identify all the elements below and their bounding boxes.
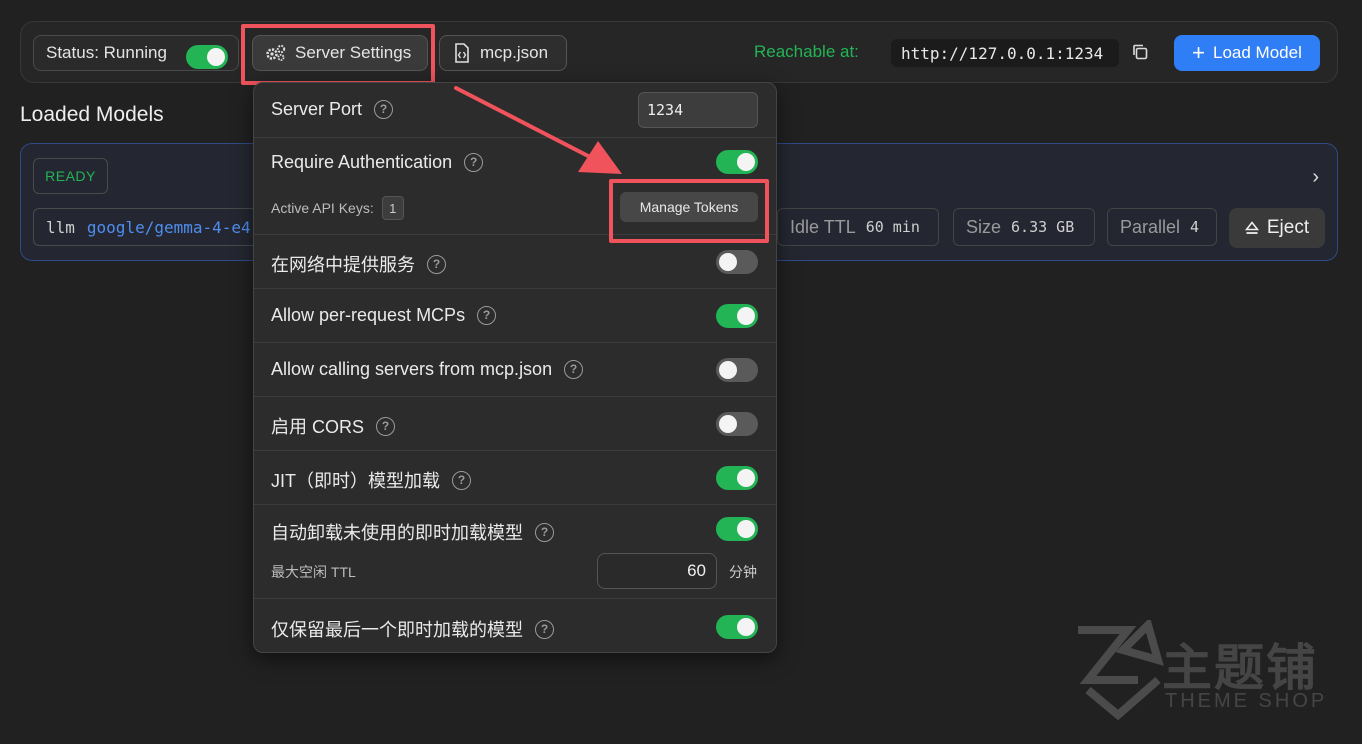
- server-toolbar: Status: Running Server Settings mcp.json…: [20, 21, 1338, 83]
- setting-auto-unload: 自动卸载未使用的即时加载模型 ? 最大空闲 TTL 60 分钟: [254, 505, 776, 599]
- mcp-json-servers-label: Allow calling servers from mcp.json: [271, 359, 553, 379]
- require-auth-toggle[interactable]: [716, 150, 758, 174]
- help-icon[interactable]: ?: [564, 360, 584, 379]
- active-keys-count: 1: [381, 196, 404, 220]
- eject-label: Eject: [1266, 217, 1310, 238]
- keep-last-label: 仅保留最后一个即时加载的模型: [271, 620, 523, 640]
- parallel-stat: Parallel 4: [1107, 208, 1217, 246]
- chevron-right-icon[interactable]: ›: [1312, 166, 1319, 189]
- mcp-json-servers-toggle[interactable]: [716, 358, 758, 382]
- status-control[interactable]: Status: Running: [33, 35, 239, 71]
- max-idle-ttl-unit: 分钟: [729, 564, 757, 580]
- eject-icon: [1244, 221, 1259, 234]
- setting-mcp-json-servers: Allow calling servers from mcp.json ?: [254, 343, 776, 397]
- mcp-json-label: mcp.json: [480, 43, 549, 62]
- setting-server-port: Server Port ? 1234: [254, 83, 776, 138]
- setting-keep-last: 仅保留最后一个即时加载的模型 ?: [254, 599, 776, 652]
- cors-toggle[interactable]: [716, 412, 758, 436]
- help-icon[interactable]: ?: [535, 619, 554, 639]
- size-stat: Size 6.33 GB: [953, 208, 1095, 246]
- serve-network-toggle[interactable]: [716, 250, 758, 274]
- idle-ttl-label: Idle TTL: [790, 216, 856, 237]
- copy-icon[interactable]: [1131, 43, 1149, 61]
- status-label: Status: Running: [46, 43, 167, 62]
- idle-ttl-value: 60 min: [865, 218, 920, 236]
- model-type: llm: [46, 217, 75, 237]
- server-port-label: Server Port: [271, 99, 363, 119]
- max-idle-ttl-label: 最大空闲 TTL: [271, 564, 356, 580]
- help-icon[interactable]: ?: [427, 254, 446, 274]
- jit-toggle[interactable]: [716, 466, 758, 490]
- cors-label: 启用 CORS: [271, 417, 365, 437]
- setting-serve-network: 在网络中提供服务 ?: [254, 235, 776, 289]
- server-settings-panel: Server Port ? 1234 Require Authenticatio…: [253, 82, 777, 653]
- plus-icon: +: [1192, 40, 1205, 65]
- size-label: Size: [966, 216, 1002, 237]
- server-status-toggle[interactable]: [186, 45, 228, 69]
- eject-button[interactable]: Eject: [1229, 208, 1325, 248]
- load-model-label: Load Model: [1213, 43, 1302, 62]
- help-icon[interactable]: ?: [374, 100, 394, 119]
- per-request-mcp-label: Allow per-request MCPs: [271, 305, 466, 325]
- serve-network-label: 在网络中提供服务: [271, 255, 415, 275]
- help-icon[interactable]: ?: [535, 522, 554, 542]
- help-icon[interactable]: ?: [464, 153, 484, 172]
- loaded-models-title: Loaded Models: [20, 103, 164, 126]
- jit-label: JIT（即时）模型加载: [271, 471, 440, 491]
- server-port-input[interactable]: 1234: [638, 92, 758, 128]
- watermark-subtitle: THEME SHOP: [1165, 690, 1328, 712]
- require-auth-label: Require Authentication: [271, 152, 453, 172]
- idle-ttl-stat: Idle TTL 60 min: [777, 208, 939, 246]
- file-code-icon: [455, 43, 469, 63]
- manage-tokens-highlight: [609, 179, 769, 243]
- server-settings-highlight: [241, 24, 435, 85]
- model-name: google/gemma-4-e4: [86, 217, 251, 237]
- setting-per-request-mcp: Allow per-request MCPs ?: [254, 289, 776, 343]
- parallel-value: 4: [1190, 218, 1200, 236]
- help-icon[interactable]: ?: [477, 306, 497, 325]
- max-idle-ttl-input[interactable]: 60: [597, 553, 717, 589]
- model-status-badge: READY: [33, 158, 108, 194]
- per-request-mcp-toggle[interactable]: [716, 304, 758, 328]
- load-model-button[interactable]: + Load Model: [1174, 35, 1320, 71]
- reachable-label: Reachable at:: [754, 42, 859, 61]
- setting-jit-loading: JIT（即时）模型加载 ?: [254, 451, 776, 505]
- size-value: 6.33 GB: [1011, 218, 1075, 236]
- active-keys-label: Active API Keys:: [271, 200, 374, 216]
- mcp-json-button[interactable]: mcp.json: [439, 35, 567, 71]
- auto-unload-label: 自动卸载未使用的即时加载模型: [271, 523, 523, 543]
- keep-last-toggle[interactable]: [716, 615, 758, 639]
- server-url[interactable]: http://127.0.0.1:1234: [891, 39, 1119, 67]
- help-icon[interactable]: ?: [452, 470, 471, 490]
- setting-cors: 启用 CORS ?: [254, 397, 776, 451]
- help-icon[interactable]: ?: [376, 416, 396, 436]
- auto-unload-toggle[interactable]: [716, 517, 758, 541]
- parallel-label: Parallel: [1120, 216, 1181, 237]
